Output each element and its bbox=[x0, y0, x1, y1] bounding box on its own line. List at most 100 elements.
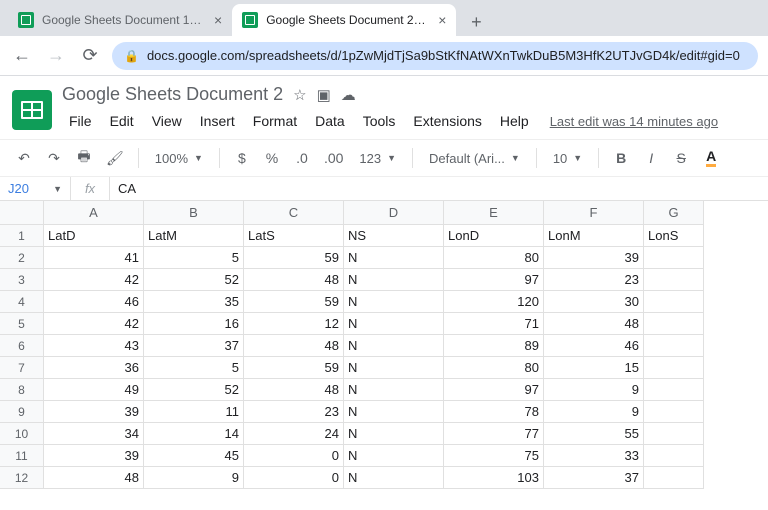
data-cell[interactable]: LonM bbox=[544, 225, 644, 247]
star-icon[interactable]: ☆ bbox=[293, 86, 306, 104]
data-cell[interactable]: N bbox=[344, 269, 444, 291]
data-cell[interactable]: LonS bbox=[644, 225, 704, 247]
data-cell[interactable]: 5 bbox=[144, 247, 244, 269]
menu-file[interactable]: File bbox=[62, 109, 99, 133]
data-cell[interactable]: N bbox=[344, 445, 444, 467]
data-cell[interactable]: LonD bbox=[444, 225, 544, 247]
close-icon[interactable]: × bbox=[214, 12, 222, 28]
data-cell[interactable]: 59 bbox=[244, 291, 344, 313]
data-cell[interactable] bbox=[644, 423, 704, 445]
data-cell[interactable]: 52 bbox=[144, 379, 244, 401]
row-header[interactable]: 9 bbox=[0, 401, 44, 423]
data-cell[interactable]: 0 bbox=[244, 445, 344, 467]
number-format-select[interactable]: 123▼ bbox=[353, 151, 402, 166]
data-cell[interactable]: 77 bbox=[444, 423, 544, 445]
data-cell[interactable]: 23 bbox=[244, 401, 344, 423]
data-cell[interactable] bbox=[644, 335, 704, 357]
data-cell[interactable] bbox=[644, 269, 704, 291]
data-cell[interactable]: N bbox=[344, 357, 444, 379]
data-cell[interactable]: N bbox=[344, 313, 444, 335]
data-cell[interactable]: N bbox=[344, 247, 444, 269]
data-cell[interactable]: 89 bbox=[444, 335, 544, 357]
data-cell[interactable]: 42 bbox=[44, 313, 144, 335]
data-cell[interactable]: 24 bbox=[244, 423, 344, 445]
data-cell[interactable]: 75 bbox=[444, 445, 544, 467]
redo-button[interactable]: ↷ bbox=[42, 145, 66, 171]
data-cell[interactable]: 9 bbox=[544, 401, 644, 423]
menu-insert[interactable]: Insert bbox=[193, 109, 242, 133]
data-cell[interactable] bbox=[644, 357, 704, 379]
data-cell[interactable] bbox=[644, 313, 704, 335]
data-cell[interactable]: 35 bbox=[144, 291, 244, 313]
data-cell[interactable]: 0 bbox=[244, 467, 344, 489]
formula-input[interactable]: CA bbox=[110, 181, 768, 196]
document-title[interactable]: Google Sheets Document 2 bbox=[62, 84, 283, 105]
data-cell[interactable]: 48 bbox=[244, 379, 344, 401]
menu-view[interactable]: View bbox=[145, 109, 189, 133]
move-icon[interactable]: ▣ bbox=[317, 86, 331, 104]
undo-button[interactable]: ↶ bbox=[12, 145, 36, 171]
data-cell[interactable]: N bbox=[344, 467, 444, 489]
data-cell[interactable]: LatS bbox=[244, 225, 344, 247]
data-cell[interactable]: 39 bbox=[544, 247, 644, 269]
name-box[interactable]: J20▼ bbox=[0, 181, 70, 196]
data-cell[interactable] bbox=[644, 379, 704, 401]
row-header[interactable]: 11 bbox=[0, 445, 44, 467]
data-cell[interactable] bbox=[644, 291, 704, 313]
reload-button[interactable]: ⟳ bbox=[78, 45, 102, 66]
data-cell[interactable]: 5 bbox=[144, 357, 244, 379]
data-cell[interactable]: 48 bbox=[244, 335, 344, 357]
data-cell[interactable] bbox=[644, 467, 704, 489]
data-cell[interactable] bbox=[644, 401, 704, 423]
data-cell[interactable]: 97 bbox=[444, 269, 544, 291]
data-cell[interactable]: 15 bbox=[544, 357, 644, 379]
data-cell[interactable]: 120 bbox=[444, 291, 544, 313]
column-header[interactable]: D bbox=[344, 201, 444, 225]
last-edit-link[interactable]: Last edit was 14 minutes ago bbox=[550, 114, 718, 129]
data-cell[interactable]: 37 bbox=[544, 467, 644, 489]
data-cell[interactable]: N bbox=[344, 291, 444, 313]
data-cell[interactable]: 48 bbox=[244, 269, 344, 291]
close-icon[interactable]: × bbox=[438, 12, 446, 28]
percent-button[interactable]: % bbox=[260, 145, 284, 171]
data-cell[interactable]: 41 bbox=[44, 247, 144, 269]
row-header[interactable]: 12 bbox=[0, 467, 44, 489]
column-header[interactable]: A bbox=[44, 201, 144, 225]
column-header[interactable]: F bbox=[544, 201, 644, 225]
data-cell[interactable]: 16 bbox=[144, 313, 244, 335]
url-input[interactable]: 🔒 docs.google.com/spreadsheets/d/1pZwMjd… bbox=[112, 42, 758, 70]
data-cell[interactable]: 59 bbox=[244, 247, 344, 269]
data-cell[interactable]: 37 bbox=[144, 335, 244, 357]
select-all-corner[interactable] bbox=[0, 201, 44, 225]
data-cell[interactable]: 42 bbox=[44, 269, 144, 291]
row-header[interactable]: 6 bbox=[0, 335, 44, 357]
font-select[interactable]: Default (Ari...▼ bbox=[423, 151, 526, 166]
row-header[interactable]: 3 bbox=[0, 269, 44, 291]
data-cell[interactable]: 43 bbox=[44, 335, 144, 357]
currency-button[interactable]: $ bbox=[230, 145, 254, 171]
data-cell[interactable]: 36 bbox=[44, 357, 144, 379]
bold-button[interactable]: B bbox=[609, 145, 633, 171]
data-cell[interactable]: 39 bbox=[44, 445, 144, 467]
data-cell[interactable]: 52 bbox=[144, 269, 244, 291]
new-tab-button[interactable]: + bbox=[462, 8, 490, 36]
row-header[interactable]: 5 bbox=[0, 313, 44, 335]
row-header[interactable]: 10 bbox=[0, 423, 44, 445]
row-header[interactable]: 4 bbox=[0, 291, 44, 313]
data-cell[interactable]: N bbox=[344, 401, 444, 423]
zoom-select[interactable]: 100%▼ bbox=[149, 151, 209, 166]
data-cell[interactable]: N bbox=[344, 335, 444, 357]
data-cell[interactable]: 39 bbox=[44, 401, 144, 423]
menu-tools[interactable]: Tools bbox=[356, 109, 403, 133]
data-cell[interactable]: 46 bbox=[544, 335, 644, 357]
data-cell[interactable]: 14 bbox=[144, 423, 244, 445]
menu-format[interactable]: Format bbox=[246, 109, 304, 133]
back-button[interactable]: ← bbox=[10, 45, 34, 66]
font-size-select[interactable]: 10▼ bbox=[547, 151, 588, 166]
data-cell[interactable]: 30 bbox=[544, 291, 644, 313]
data-cell[interactable]: 23 bbox=[544, 269, 644, 291]
data-cell[interactable]: LatM bbox=[144, 225, 244, 247]
data-cell[interactable]: N bbox=[344, 423, 444, 445]
data-cell[interactable]: 80 bbox=[444, 247, 544, 269]
data-cell[interactable]: 55 bbox=[544, 423, 644, 445]
